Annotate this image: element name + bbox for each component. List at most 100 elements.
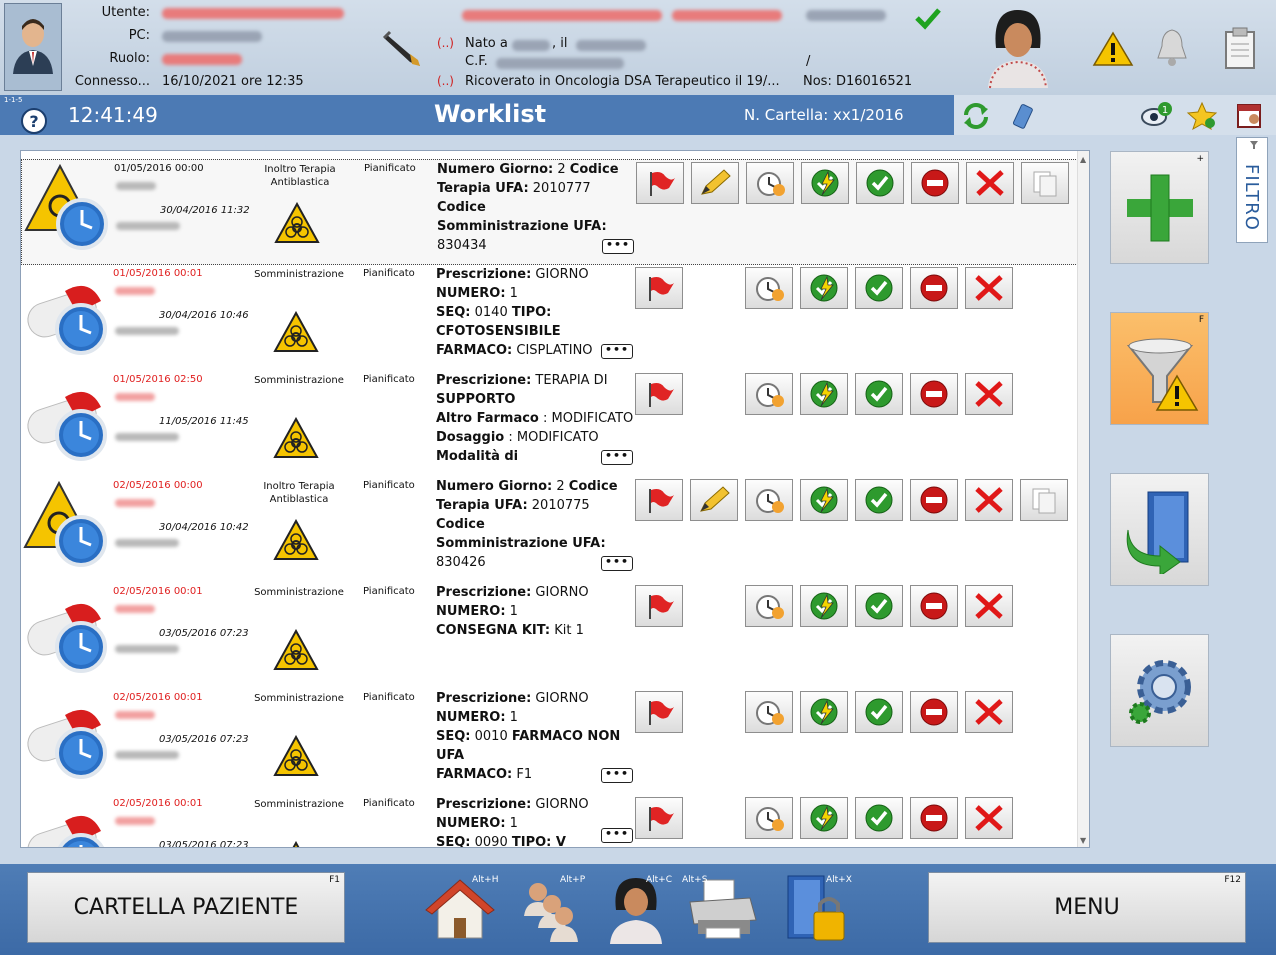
favorites-star-icon[interactable] [1186, 101, 1218, 131]
delete-icon [972, 803, 1006, 833]
check-button[interactable] [855, 267, 903, 309]
approve-icon [807, 697, 841, 727]
table-row[interactable]: 02/05/2016 00:00 30/04/2016 10:42 Inoltro … [21, 477, 1078, 583]
approve-button[interactable] [800, 479, 848, 521]
patient-record-button[interactable]: CARTELLA PAZIENTE F1 [27, 872, 345, 943]
filter-tab[interactable]: FILTRO [1236, 137, 1268, 243]
calendar-user-icon[interactable] [1234, 99, 1266, 131]
stop-button[interactable] [910, 691, 958, 733]
plus-icon [1126, 174, 1193, 241]
pen-icon[interactable] [380, 26, 424, 70]
desc-key: CONSEGNA KIT: [436, 623, 551, 638]
stop-button[interactable] [910, 797, 958, 839]
desc-value: GIORNO [531, 797, 589, 812]
more-button[interactable]: ••• [601, 768, 633, 783]
alarm-button[interactable] [745, 585, 793, 627]
table-row[interactable]: 02/05/2016 00:01 03/05/2016 07:23 Somminis… [21, 583, 1078, 689]
table-row[interactable]: 01/05/2016 00:00 30/04/2016 11:32 Inoltro … [21, 159, 1078, 265]
copy-button[interactable] [1021, 162, 1069, 204]
pc-label: PC: [128, 28, 150, 43]
svg-text:?: ? [29, 112, 38, 131]
edit-button[interactable] [691, 162, 739, 204]
delete-icon [972, 273, 1006, 303]
clock: 12:41:49 [68, 103, 158, 127]
alarm-button[interactable] [745, 797, 793, 839]
delete-button[interactable] [965, 479, 1013, 521]
table-row[interactable]: 02/05/2016 00:01 03/05/2016 07:23 Somminis… [21, 689, 1078, 795]
approve-button[interactable] [801, 162, 849, 204]
more-button[interactable]: ••• [601, 556, 633, 571]
check-button[interactable] [855, 479, 903, 521]
settings-button[interactable] [1110, 634, 1209, 747]
warning-icon[interactable] [1092, 30, 1134, 68]
delete-button[interactable] [965, 691, 1013, 733]
table-row[interactable]: 01/05/2016 00:01 30/04/2016 10:46 Somminis… [21, 265, 1078, 371]
more-button[interactable]: ••• [601, 450, 633, 465]
alarm-button[interactable] [745, 373, 793, 415]
table-row[interactable]: 01/05/2016 02:50 11/05/2016 11:45 Somminis… [21, 371, 1078, 477]
flag-button[interactable] [636, 162, 684, 204]
alarm-button[interactable] [745, 267, 793, 309]
check-button[interactable] [855, 691, 903, 733]
table-row[interactable]: 02/05/2016 00:01 03/05/2016 07:23 Somminis… [21, 795, 1078, 847]
user-avatar[interactable] [4, 3, 62, 91]
delete-button[interactable] [966, 162, 1014, 204]
delete-icon [972, 697, 1006, 727]
flag-button[interactable] [635, 267, 683, 309]
biohazard-icon [273, 628, 319, 675]
approve-button[interactable] [800, 691, 848, 733]
approve-button[interactable] [800, 797, 848, 839]
stop-button[interactable] [910, 585, 958, 627]
stop-button[interactable] [910, 373, 958, 415]
flag-button[interactable] [635, 479, 683, 521]
row-redacted [115, 499, 155, 507]
check-button[interactable] [855, 585, 903, 627]
pill-clock-icon [23, 691, 115, 787]
menu-button[interactable]: MENU F12 [928, 872, 1246, 943]
biohazard-icon [273, 416, 319, 463]
clipboard-icon[interactable] [1222, 26, 1258, 70]
row-state: Pianificato [363, 692, 415, 703]
export-button[interactable] [1110, 473, 1209, 586]
flag-button[interactable] [635, 691, 683, 733]
alarm-button[interactable] [745, 691, 793, 733]
alarm-button[interactable] [745, 479, 793, 521]
approve-button[interactable] [800, 585, 848, 627]
check-button[interactable] [855, 797, 903, 839]
delete-button[interactable] [965, 585, 1013, 627]
add-button[interactable]: + [1110, 151, 1209, 264]
approve-button[interactable] [800, 373, 848, 415]
scroll-up-arrow[interactable]: ▲ [1080, 155, 1086, 164]
approve-button[interactable] [800, 267, 848, 309]
delete-button[interactable] [965, 797, 1013, 839]
filter-button[interactable]: F [1110, 312, 1209, 425]
row-date: 02/05/2016 00:01 [113, 586, 203, 597]
more-button[interactable]: ••• [601, 828, 633, 843]
biohazard-icon [273, 518, 319, 565]
bell-icon[interactable] [1152, 26, 1192, 68]
alarm-button[interactable] [746, 162, 794, 204]
check-button[interactable] [856, 162, 904, 204]
help-icon[interactable]: ? [20, 107, 48, 135]
scroll-down-arrow[interactable]: ▼ [1080, 836, 1086, 845]
device-icon[interactable] [1008, 101, 1036, 131]
flag-button[interactable] [635, 373, 683, 415]
delete-button[interactable] [965, 267, 1013, 309]
delete-button[interactable] [965, 373, 1013, 415]
stop-button[interactable] [910, 479, 958, 521]
flag-button[interactable] [635, 585, 683, 627]
more-button[interactable]: ••• [601, 344, 633, 359]
visibility-icon[interactable]: 1 [1140, 101, 1174, 129]
check-button[interactable] [855, 373, 903, 415]
flag-button[interactable] [635, 797, 683, 839]
refresh-icon[interactable] [960, 101, 992, 131]
edit-button[interactable] [690, 479, 738, 521]
patient-avatar-icon[interactable] [982, 4, 1054, 90]
desc-key: SEQ: [436, 729, 471, 744]
more-button[interactable]: ••• [602, 239, 634, 254]
worklist-scrollbar[interactable]: ▲ ▼ [1077, 151, 1089, 847]
copy-button[interactable] [1020, 479, 1068, 521]
stop-button[interactable] [911, 162, 959, 204]
stop-button[interactable] [910, 267, 958, 309]
desc-key: Prescrizione: [436, 691, 532, 706]
